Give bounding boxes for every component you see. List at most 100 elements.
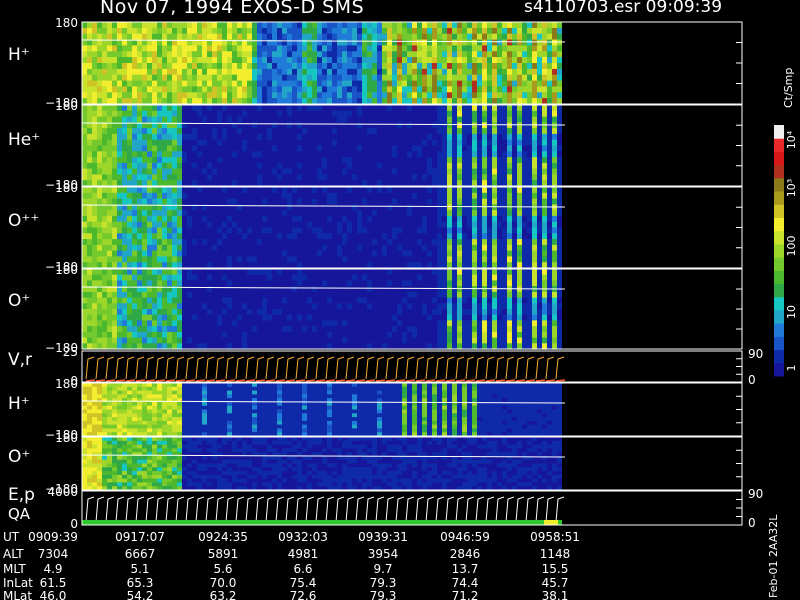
spectrogram-pixel bbox=[372, 215, 377, 223]
spectrogram-pixel bbox=[297, 286, 302, 293]
spectrogram-pixel bbox=[447, 92, 452, 99]
spectrogram-pixel bbox=[527, 74, 532, 82]
spectrogram-pixel bbox=[472, 45, 477, 52]
spectrogram-pixel bbox=[297, 105, 302, 112]
spectrogram-pixel bbox=[432, 198, 437, 205]
spectrogram-pixel bbox=[262, 286, 267, 293]
spectrogram-pixel bbox=[192, 57, 197, 64]
spectrogram-pixel bbox=[102, 337, 107, 344]
spectrogram-pixel bbox=[402, 116, 407, 123]
spectrogram-pixel bbox=[557, 86, 562, 93]
spectrogram-pixel bbox=[297, 221, 302, 229]
spectrogram-pixel bbox=[252, 33, 257, 41]
spectrogram-pixel bbox=[102, 162, 107, 170]
spectrogram-pixel bbox=[177, 309, 182, 316]
spectrogram-pixel bbox=[477, 233, 482, 240]
spectrogram-pixel bbox=[197, 162, 202, 170]
spectrogram-pixel bbox=[287, 331, 292, 339]
spectrogram-pixel bbox=[202, 192, 207, 200]
spectrogram-pixel bbox=[252, 244, 257, 252]
spectrogram-pixel bbox=[542, 22, 547, 29]
spectrogram-pixel bbox=[337, 45, 342, 52]
spectrogram-pixel bbox=[212, 157, 217, 164]
spectrogram-pixel bbox=[502, 198, 507, 205]
spectrogram-pixel bbox=[437, 215, 442, 223]
spectrogram-pixel bbox=[337, 221, 342, 229]
spectrogram-pixel bbox=[382, 250, 387, 257]
spectrogram-pixel bbox=[452, 45, 457, 52]
spectrogram-pixel bbox=[172, 227, 177, 234]
spectrogram-pixel bbox=[257, 33, 262, 41]
spectrogram-pixel bbox=[422, 74, 427, 82]
spectrogram-pixel bbox=[527, 145, 532, 152]
spectrogram-pixel bbox=[257, 269, 262, 276]
spectrogram-pixel bbox=[207, 326, 212, 333]
spectrogram-pixel bbox=[237, 280, 242, 287]
spectrogram-pixel bbox=[182, 27, 187, 35]
spectrogram-pixel bbox=[397, 74, 402, 82]
spectrogram-pixel bbox=[342, 309, 347, 316]
spectrogram-pixel bbox=[142, 314, 147, 321]
spectrogram-pixel bbox=[237, 168, 242, 175]
spectrogram-pixel bbox=[372, 45, 377, 52]
spectrogram-pixel bbox=[177, 198, 182, 205]
spectrogram-pixel bbox=[102, 63, 107, 70]
spectrogram-pixel bbox=[557, 204, 562, 211]
spectrogram-pixel bbox=[352, 80, 357, 88]
spectrogram-pixel bbox=[272, 303, 277, 310]
spectrogram-pixel bbox=[497, 145, 502, 152]
spectrogram-pixel bbox=[407, 326, 412, 333]
spectrogram-pixel bbox=[557, 57, 562, 64]
spectrogram-pixel bbox=[342, 92, 347, 99]
spectrogram-pixel bbox=[417, 168, 422, 175]
spectrogram-pixel bbox=[172, 86, 177, 93]
spectrogram-pixel bbox=[372, 74, 377, 82]
spectrogram-pixel bbox=[192, 174, 197, 181]
spectrogram-pixel bbox=[377, 27, 382, 35]
spectrogram-pixel bbox=[532, 105, 537, 112]
spectrogram-pixel bbox=[397, 33, 402, 41]
spectrogram-pixel bbox=[247, 309, 252, 316]
spectrogram-pixel bbox=[512, 221, 517, 229]
spectrogram-pixel bbox=[97, 110, 102, 118]
spectrogram-pixel bbox=[162, 187, 167, 194]
spectrogram-pixel bbox=[362, 320, 367, 327]
spectrogram-pixel bbox=[227, 303, 232, 310]
spectrogram-pixel bbox=[482, 39, 487, 47]
spectrogram-pixel bbox=[522, 250, 527, 257]
spectrogram-pixel bbox=[282, 227, 287, 234]
spectrogram-pixel bbox=[167, 139, 172, 147]
spectrogram-pixel bbox=[322, 210, 327, 217]
spectrogram-pixel bbox=[382, 280, 387, 287]
spectrogram-pixel bbox=[87, 250, 92, 257]
spectrogram-pixel bbox=[417, 116, 422, 123]
spectrogram-pixel bbox=[162, 269, 167, 276]
spectrogram-pixel bbox=[552, 256, 557, 263]
spectrogram-pixel bbox=[407, 68, 412, 76]
spectrogram-pixel bbox=[232, 80, 237, 88]
spectrogram-pixel bbox=[207, 92, 212, 99]
spectrogram-pixel bbox=[197, 320, 202, 327]
spectrogram-pixel bbox=[192, 92, 197, 99]
spectrogram-pixel bbox=[252, 128, 257, 135]
spectrogram-pixel bbox=[102, 145, 107, 152]
spectrogram-pixel bbox=[397, 233, 402, 240]
spectrogram-pixel bbox=[357, 162, 362, 170]
spectrogram-pixel bbox=[127, 174, 132, 181]
spectrogram-pixel bbox=[92, 168, 97, 175]
spectrogram-pixel bbox=[537, 215, 542, 223]
spectrogram-pixel bbox=[342, 192, 347, 200]
spectrogram-pixel bbox=[202, 198, 207, 205]
spectrogram-pixel bbox=[437, 22, 442, 29]
spectrogram-pixel bbox=[262, 174, 267, 181]
spectrogram-pixel bbox=[402, 297, 407, 304]
spectrogram-pixel bbox=[137, 128, 142, 135]
spectrogram-pixel bbox=[142, 320, 147, 327]
spectrogram-pixel bbox=[122, 210, 127, 217]
spectrogram-pixel bbox=[292, 331, 297, 339]
spectrogram-pixel bbox=[427, 239, 432, 246]
spectrogram-pixel bbox=[187, 198, 192, 205]
spectrogram-pixel bbox=[167, 297, 172, 304]
spectrogram-pixel bbox=[347, 314, 352, 321]
spectrogram-pixel bbox=[192, 320, 197, 327]
